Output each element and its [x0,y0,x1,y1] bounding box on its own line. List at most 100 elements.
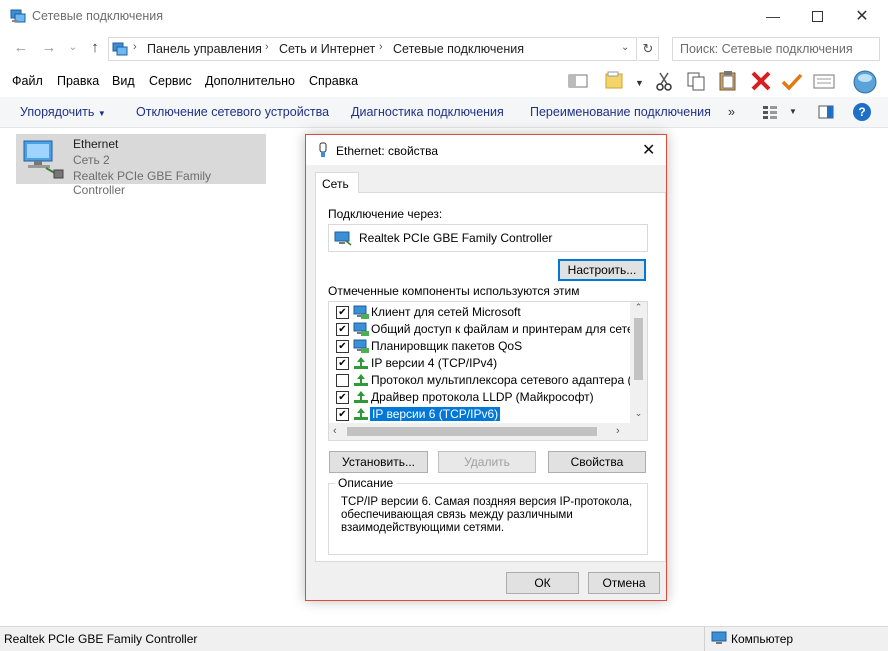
maximize-button[interactable] [794,0,840,32]
scrollbar-thumb[interactable] [347,427,597,436]
component-checkbox[interactable]: ✔ [336,408,349,421]
arrow-left-icon: ← [13,39,29,56]
list-item[interactable]: ✔ Планировщик пакетов QoS [333,338,633,355]
refresh-button[interactable]: ↻ [638,37,659,61]
cancel-button[interactable]: Отмена [588,572,660,594]
breadcrumb-separator: › [265,41,269,53]
network-connections-icon [10,8,26,24]
caret-down-icon[interactable]: ▼ [789,107,797,116]
delete-icon[interactable] [749,70,773,92]
disable-device-button[interactable]: Отключение сетевого устройства [136,105,329,119]
diagnose-button[interactable]: Диагностика подключения [351,105,504,119]
protocol-icon [353,373,369,387]
chevron-up-icon[interactable]: ⌃ [630,302,647,316]
up-button[interactable]: ↑ [86,39,104,57]
horizontal-scrollbar[interactable]: ‹ › [329,423,630,440]
properties-icon[interactable] [812,70,836,92]
protocol-icon [353,356,369,370]
help-icon[interactable]: ? [853,103,871,121]
dialog-title: Ethernet: свойства [336,144,439,158]
tab-network-label: Сеть [322,177,349,191]
properties-button[interactable]: Свойства [548,451,646,473]
configure-button[interactable]: Настроить... [558,259,646,281]
search-input[interactable]: Поиск: Сетевые подключения [672,37,880,61]
chevron-left-icon[interactable]: ‹ [333,425,337,437]
connection-item-ethernet[interactable]: Ethernet Сеть 2 Realtek PCIe GBE Family … [16,134,266,197]
list-item[interactable]: ✔ IP версии 4 (TCP/IPv4) [333,355,633,372]
component-label: Общий доступ к файлам и принтерам для се… [371,322,633,336]
chevron-down-icon[interactable]: ▼ [635,78,644,88]
network-client-icon [353,305,369,319]
paste-icon[interactable] [716,70,740,92]
chevron-down-icon[interactable]: ⌄ [630,408,647,422]
component-checkbox[interactable] [336,374,349,387]
install-button[interactable]: Установить... [329,451,428,473]
list-item-selected[interactable]: ✔ IP версии 6 (TCP/IPv6) [333,406,633,423]
arrow-right-icon: → [41,39,57,56]
menu-help[interactable]: Справка [309,74,358,88]
component-label: IP версии 4 (TCP/IPv4) [371,356,498,370]
checkmark-icon[interactable] [780,70,804,92]
component-checkbox[interactable]: ✔ [336,357,349,370]
network-connections-icon [112,41,128,57]
component-checkbox[interactable]: ✔ [336,340,349,353]
list-item[interactable]: Протокол мультиплексора сетевого адаптер… [333,372,633,389]
breadcrumb-control-panel[interactable]: Панель управления [147,42,262,56]
connection-name: Ethernet [73,137,119,151]
back-button[interactable]: ← [12,39,30,57]
breadcrumb-network-connections[interactable]: Сетевые подключения [393,42,524,56]
rename-button[interactable]: Переименование подключения [530,105,711,119]
ok-button[interactable]: ОК [506,572,579,594]
dialog-titlebar: Ethernet: свойства ✕ [306,135,666,165]
forward-button[interactable]: → [40,39,58,57]
component-checkbox[interactable]: ✔ [336,323,349,336]
refresh-icon: ↻ [642,41,654,56]
component-label: Драйвер протокола LLDP (Майкрософт) [371,390,594,404]
connection-adapter: Realtek PCIe GBE Family Controller [73,169,212,197]
vertical-scrollbar[interactable]: ⌃ ⌄ [630,302,647,423]
close-button[interactable]: ✕ [839,0,885,32]
preview-pane-icon[interactable] [818,105,834,119]
connect-via-label: Подключение через: [328,207,443,221]
minimize-icon: — [766,8,780,24]
dialog-close-button[interactable]: ✕ [642,140,655,160]
menu-edit[interactable]: Правка [57,74,99,88]
scrollbar-thumb[interactable] [634,318,643,380]
organize-button[interactable]: Упорядочить ▼ [20,105,106,119]
folder-view-icon[interactable] [604,70,628,92]
change-view-icon[interactable] [762,104,778,120]
chevron-down-icon: ⌄ [68,42,78,53]
menu-advanced[interactable]: Дополнительно [205,74,295,88]
chevron-right-icon[interactable]: › [616,425,620,437]
menu-view[interactable]: Вид [112,74,135,88]
network-adapter-icon [20,138,66,180]
components-list[interactable]: ✔ Клиент для сетей Microsoft ✔ Общий дос… [328,301,648,441]
list-item[interactable]: ✔ Общий доступ к файлам и принтерам для … [333,321,633,338]
list-item[interactable]: ✔ Клиент для сетей Microsoft [333,304,633,321]
menu-tools[interactable]: Сервис [149,74,192,88]
recent-locations-button[interactable]: ⌄ [64,39,82,57]
connection-network: Сеть 2 [73,153,110,167]
cut-icon[interactable] [652,70,676,92]
description-line: взаимодействующими сетями. [341,522,505,534]
component-checkbox[interactable]: ✔ [336,391,349,404]
organize-label: Упорядочить [20,105,95,119]
breadcrumb-network-internet[interactable]: Сеть и Интернет [279,42,375,56]
close-icon: ✕ [642,142,656,159]
component-checkbox[interactable]: ✔ [336,306,349,319]
more-commands-button[interactable]: » [728,105,735,119]
minimize-button[interactable]: — [750,0,796,32]
remove-button[interactable]: Удалить [438,451,536,473]
list-item[interactable]: ✔ Драйвер протокола LLDP (Майкрософт) [333,389,633,406]
tab-network[interactable]: Сеть [315,172,359,193]
address-bar[interactable]: › Панель управления › Сеть и Интернет › … [108,37,637,61]
description-line: TCP/IP версии 6. Самая поздняя версия IP… [341,496,633,508]
menu-bar: Файл Правка Вид Сервис Дополнительно Спр… [0,66,888,96]
scrollbar-corner [630,423,647,440]
address-dropdown-icon[interactable]: ⌄ [621,42,629,53]
protocol-icon [353,407,369,421]
preview-pane-icon[interactable] [566,70,590,92]
menu-file[interactable]: Файл [12,74,43,88]
copy-icon[interactable] [684,70,708,92]
caret-down-icon: ▼ [97,109,106,118]
